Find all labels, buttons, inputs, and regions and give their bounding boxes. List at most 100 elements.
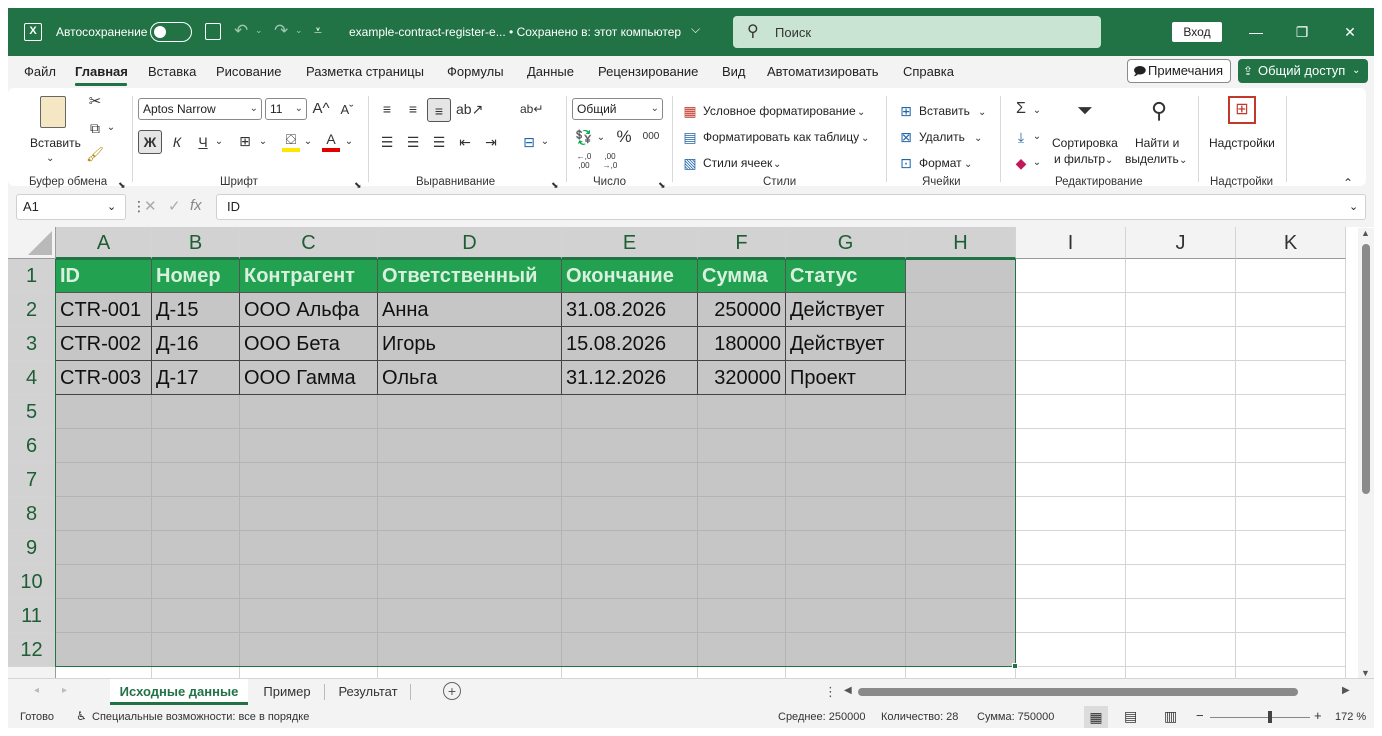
cut-icon[interactable]: ✂ bbox=[86, 93, 104, 111]
cell-d8[interactable] bbox=[378, 497, 562, 531]
row-header-6[interactable]: 6 bbox=[8, 429, 56, 463]
page-break-view-icon[interactable]: ▥ bbox=[1164, 708, 1177, 725]
cell-i7[interactable] bbox=[1016, 463, 1126, 497]
sort-filter-label-2[interactable]: и фильтр bbox=[1054, 152, 1105, 166]
minimize-icon[interactable]: — bbox=[1246, 22, 1266, 42]
cell-k3[interactable] bbox=[1236, 327, 1346, 361]
cell-g4[interactable]: Проект bbox=[786, 361, 906, 395]
vertical-scroll-thumb[interactable] bbox=[1362, 244, 1370, 494]
cell-k1[interactable] bbox=[1236, 259, 1346, 293]
cell-j3[interactable] bbox=[1126, 327, 1236, 361]
tab-help[interactable]: Справка bbox=[903, 64, 954, 79]
chevron-down-icon[interactable]: ⌄ bbox=[540, 133, 550, 151]
vertical-scrollbar[interactable]: ▲ ▼ bbox=[1358, 228, 1374, 682]
conditional-formatting-button[interactable]: Условное форматирование bbox=[703, 104, 856, 118]
italic-icon[interactable]: К bbox=[168, 133, 186, 151]
cell-i3[interactable] bbox=[1016, 327, 1126, 361]
cell-c5[interactable] bbox=[240, 395, 378, 429]
cell-d7[interactable] bbox=[378, 463, 562, 497]
align-middle-icon[interactable]: ≡ bbox=[404, 100, 422, 118]
customize-toolbar-icon[interactable]: ⩡ bbox=[314, 22, 322, 39]
orientation-icon[interactable]: ab↗ bbox=[456, 100, 483, 118]
cell-e12[interactable] bbox=[562, 633, 698, 667]
status-average[interactable]: Среднее: 250000 bbox=[778, 711, 865, 723]
chevron-down-icon[interactable]: ⌄ bbox=[1032, 154, 1042, 172]
wrap-text-icon[interactable]: ab↵ bbox=[520, 100, 543, 118]
align-top-icon[interactable]: ≡ bbox=[378, 100, 396, 118]
row-header-2[interactable]: 2 bbox=[8, 293, 56, 327]
cell-f11[interactable] bbox=[698, 599, 786, 633]
cell-d12[interactable] bbox=[378, 633, 562, 667]
addins-icon[interactable]: ⊞ bbox=[1228, 96, 1256, 124]
cell-g12[interactable] bbox=[786, 633, 906, 667]
row-header-3[interactable]: 3 bbox=[8, 327, 56, 361]
cell-f4[interactable]: 320000 bbox=[698, 361, 786, 395]
notes-button[interactable]: 🗩 Примечания bbox=[1127, 59, 1231, 83]
cell-styles-button[interactable]: Стили ячеек bbox=[703, 156, 772, 170]
cell-g10[interactable] bbox=[786, 565, 906, 599]
font-name-combo[interactable]: Aptos Narrow ⌄ bbox=[138, 98, 262, 120]
decrease-font-icon[interactable]: Aˇ bbox=[338, 101, 356, 119]
row-header-9[interactable]: 9 bbox=[8, 531, 56, 565]
collapse-ribbon-icon[interactable]: ⌃ bbox=[1341, 174, 1355, 192]
col-header-c[interactable]: C bbox=[240, 227, 378, 259]
cell-k5[interactable] bbox=[1236, 395, 1346, 429]
cell-g6[interactable] bbox=[786, 429, 906, 463]
cell-c9[interactable] bbox=[240, 531, 378, 565]
worksheet-grid[interactable]: A B C D E F G H I J K 1 2 3 4 5 6 7 8 9 … bbox=[8, 227, 1374, 682]
scroll-down-icon[interactable]: ▼ bbox=[1361, 668, 1370, 678]
cell-j9[interactable] bbox=[1126, 531, 1236, 565]
font-color-icon[interactable]: A bbox=[322, 130, 340, 152]
col-header-f[interactable]: F bbox=[698, 227, 786, 259]
chevron-down-icon[interactable]: ⌄ bbox=[46, 150, 54, 168]
increase-indent-icon[interactable]: ⇥ bbox=[482, 133, 500, 151]
cell-j11[interactable] bbox=[1126, 599, 1236, 633]
normal-view-icon[interactable]: ▦ bbox=[1084, 706, 1108, 728]
number-format-combo[interactable]: Общий ⌄ bbox=[572, 98, 663, 120]
cell-a7[interactable] bbox=[56, 463, 152, 497]
cell-h1[interactable] bbox=[906, 259, 1016, 293]
col-header-e[interactable]: E bbox=[562, 227, 698, 259]
fill-icon[interactable]: ⤓ bbox=[1012, 128, 1030, 146]
cell-c1[interactable]: Контрагент bbox=[240, 259, 378, 293]
cell-e1[interactable]: Окончание bbox=[562, 259, 698, 293]
cell-b8[interactable] bbox=[152, 497, 240, 531]
cell-a5[interactable] bbox=[56, 395, 152, 429]
cell-f9[interactable] bbox=[698, 531, 786, 565]
tab-insert[interactable]: Вставка bbox=[148, 64, 196, 79]
cell-i11[interactable] bbox=[1016, 599, 1126, 633]
cell-h12[interactable] bbox=[906, 633, 1016, 667]
col-header-d[interactable]: D bbox=[378, 227, 562, 259]
cell-h10[interactable] bbox=[906, 565, 1016, 599]
thousands-separator-icon[interactable]: 000 bbox=[640, 128, 662, 146]
cell-e6[interactable] bbox=[562, 429, 698, 463]
scroll-left-icon[interactable]: ◀ bbox=[844, 685, 852, 696]
cell-c8[interactable] bbox=[240, 497, 378, 531]
cell-c10[interactable] bbox=[240, 565, 378, 599]
tab-data[interactable]: Данные bbox=[527, 64, 574, 79]
sheet-tab-example[interactable]: Пример bbox=[252, 679, 322, 705]
chevron-down-icon[interactable]: ⌵ bbox=[691, 22, 700, 37]
cell-g7[interactable] bbox=[786, 463, 906, 497]
increase-font-icon[interactable]: A^ bbox=[312, 100, 330, 118]
dialog-launcher-icon[interactable]: ⬊ bbox=[354, 176, 362, 194]
restore-icon[interactable]: ❐ bbox=[1292, 22, 1312, 42]
cell-k9[interactable] bbox=[1236, 531, 1346, 565]
chevron-down-icon[interactable]: ⌄ bbox=[596, 129, 606, 147]
cell-a8[interactable] bbox=[56, 497, 152, 531]
row-header-12[interactable]: 12 bbox=[8, 633, 56, 667]
chevron-down-icon[interactable]: ⌄ bbox=[857, 104, 865, 122]
row-header-1[interactable]: 1 bbox=[8, 259, 56, 293]
cell-f10[interactable] bbox=[698, 565, 786, 599]
row-header-10[interactable]: 10 bbox=[8, 565, 56, 599]
col-header-i[interactable]: I bbox=[1016, 227, 1126, 259]
cell-e4[interactable]: 31.12.2026 bbox=[562, 361, 698, 395]
cell-b12[interactable] bbox=[152, 633, 240, 667]
cell-j2[interactable] bbox=[1126, 293, 1236, 327]
chevron-down-icon[interactable]: ⌄ bbox=[1179, 152, 1187, 170]
cell-c6[interactable] bbox=[240, 429, 378, 463]
cell-a10[interactable] bbox=[56, 565, 152, 599]
cell-k11[interactable] bbox=[1236, 599, 1346, 633]
cell-h5[interactable] bbox=[906, 395, 1016, 429]
cell-c3[interactable]: ООО Бета bbox=[240, 327, 378, 361]
